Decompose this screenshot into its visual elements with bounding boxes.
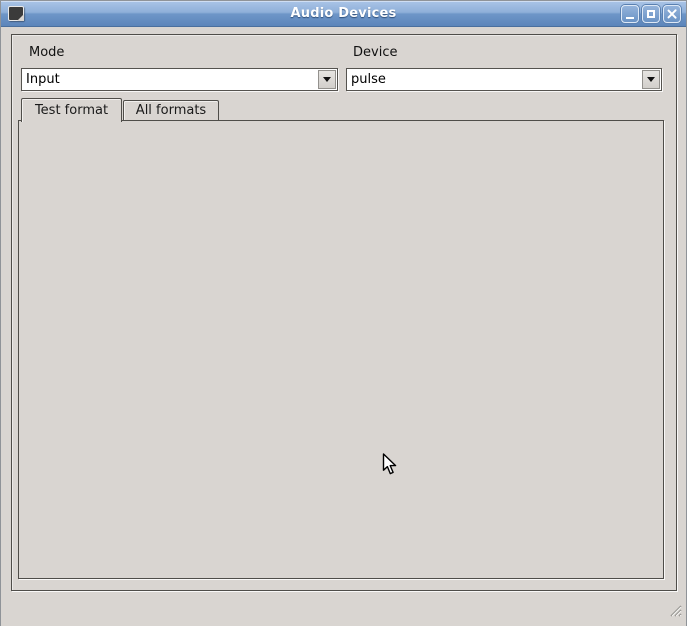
close-icon	[667, 9, 677, 19]
minimize-button[interactable]	[621, 5, 639, 23]
tab-all-formats[interactable]: All formats	[123, 100, 219, 121]
tab-test-format[interactable]: Test format	[21, 98, 122, 122]
close-button[interactable]	[663, 5, 681, 23]
mode-combobox-value: Input	[26, 69, 315, 90]
mouse-cursor-icon	[382, 453, 400, 481]
mode-combobox[interactable]: Input	[21, 68, 338, 91]
chevron-down-icon	[647, 77, 655, 82]
device-combobox[interactable]: pulse	[346, 68, 662, 91]
window-menu-icon[interactable]	[8, 6, 24, 21]
device-label: Device	[353, 45, 397, 60]
audio-devices-window: Audio Devices Mode Input Device puls	[0, 0, 687, 626]
mode-combobox-arrow-button[interactable]	[318, 70, 336, 89]
titlebar[interactable]: Audio Devices	[1, 1, 686, 27]
chevron-down-icon	[323, 77, 331, 82]
mode-label: Mode	[29, 45, 64, 60]
maximize-button[interactable]	[642, 5, 660, 23]
window-title: Audio Devices	[1, 6, 686, 21]
resize-grip[interactable]	[667, 602, 682, 621]
window-content: Mode Input Device pulse Test format All …	[1, 28, 686, 626]
device-combobox-arrow-button[interactable]	[642, 70, 660, 89]
device-combobox-value: pulse	[351, 69, 639, 90]
minimize-icon	[626, 17, 634, 19]
test-format-panel	[18, 120, 664, 579]
maximize-icon	[647, 10, 655, 18]
